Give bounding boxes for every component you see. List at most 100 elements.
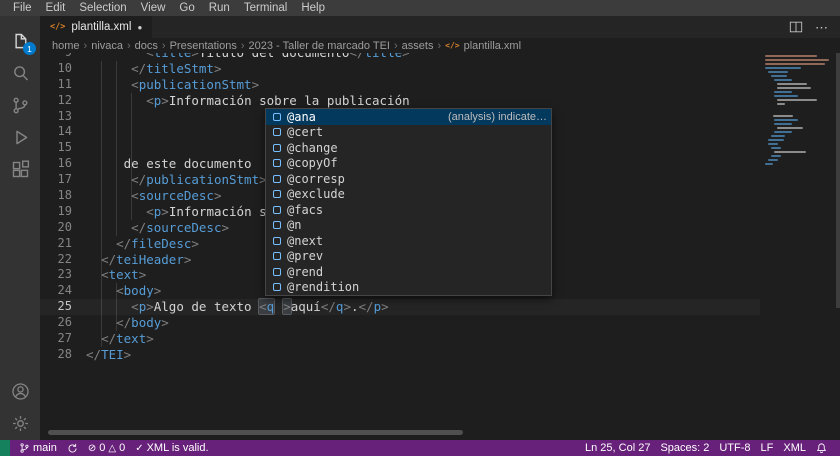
suggestion-detail: (analysis) indicate… — [448, 111, 547, 123]
breadcrumb-item[interactable]: home — [52, 40, 80, 52]
menu-item-file[interactable]: File — [6, 0, 39, 16]
menu-item-help[interactable]: Help — [294, 0, 332, 16]
line-number: 10 — [40, 61, 86, 77]
minimap[interactable] — [765, 55, 835, 167]
notifications-bell[interactable] — [811, 440, 832, 456]
suggestion-item[interactable]: @next — [266, 233, 551, 249]
code-line[interactable]: 9 <title>Título del documento</title> — [40, 53, 760, 61]
attribute-icon — [273, 113, 281, 121]
minimap-line — [774, 91, 792, 93]
suggestion-item[interactable]: @n — [266, 218, 551, 234]
git-branch-status[interactable]: main — [14, 440, 62, 456]
search-icon[interactable] — [0, 58, 40, 88]
xml-valid-status[interactable]: ✓ XML is valid. — [130, 440, 213, 456]
account-icon[interactable] — [0, 376, 40, 406]
suggestion-item[interactable]: @cert — [266, 125, 551, 141]
cursor-position-status[interactable]: Ln 25, Col 27 — [580, 440, 655, 456]
code-line[interactable]: 26 </body> — [40, 315, 760, 331]
menu-item-run[interactable]: Run — [202, 0, 237, 16]
breadcrumb-item[interactable]: Presentations — [170, 40, 237, 52]
suggestion-label: @n — [287, 218, 301, 232]
minimap-line — [771, 135, 785, 137]
horizontal-scrollbar[interactable] — [48, 430, 463, 435]
line-number: 20 — [40, 220, 86, 236]
remote-indicator[interactable] — [0, 440, 10, 456]
line-number: 11 — [40, 77, 86, 93]
source-control-icon[interactable] — [0, 90, 40, 120]
check-icon: ✓ — [135, 443, 143, 454]
minimap-line — [768, 159, 778, 161]
breadcrumb-separator-icon: › — [394, 40, 398, 52]
explorer-icon[interactable]: 1 — [0, 26, 40, 56]
suggestion-item[interactable]: @exclude — [266, 187, 551, 203]
language-mode-status[interactable]: XML — [778, 440, 811, 456]
line-number: 28 — [40, 347, 86, 363]
menu-item-go[interactable]: Go — [172, 0, 201, 16]
extensions-icon[interactable] — [0, 154, 40, 184]
menu-item-edit[interactable]: Edit — [39, 0, 73, 16]
activity-bar: 1 — [0, 16, 40, 440]
code-line[interactable]: 12 <p>Información sobre la publicación — [40, 93, 760, 109]
attribute-icon — [273, 283, 281, 291]
line-number: 26 — [40, 315, 86, 331]
suggestion-item[interactable]: @corresp — [266, 171, 551, 187]
menu-item-terminal[interactable]: Terminal — [237, 0, 294, 16]
vertical-scrollbar[interactable] — [836, 53, 840, 308]
minimap-line — [768, 71, 788, 73]
suggestion-item[interactable]: @ana(analysis) indicate… — [266, 109, 551, 125]
tab-plantilla-xml[interactable]: </> plantilla.xml ● — [40, 16, 152, 38]
menu-item-view[interactable]: View — [134, 0, 173, 16]
breadcrumb-item[interactable]: docs — [135, 40, 158, 52]
editor[interactable]: 9 <title>Título del documento</title>10 … — [40, 53, 840, 440]
xml-file-icon: </> — [445, 41, 459, 50]
breadcrumb-item[interactable]: assets — [402, 40, 434, 52]
minimap-line — [765, 163, 773, 165]
branch-icon — [19, 442, 30, 454]
split-editor-icon[interactable] — [789, 20, 803, 34]
suggestion-label: @facs — [287, 203, 323, 217]
breadcrumb-item[interactable]: nivaca — [91, 40, 123, 52]
encoding-status[interactable]: UTF-8 — [714, 440, 755, 456]
menu-item-selection[interactable]: Selection — [72, 0, 133, 16]
settings-gear-icon[interactable] — [0, 408, 40, 438]
line-number: 9 — [40, 53, 86, 61]
problems-status[interactable]: ⊘ 0 △ 0 — [83, 440, 130, 456]
minimap-line — [777, 99, 817, 101]
suggestion-label: @next — [287, 234, 323, 248]
code-line[interactable]: 28</TEI> — [40, 347, 760, 363]
code-line[interactable]: 27 </text> — [40, 331, 760, 347]
suggestion-label: @rend — [287, 265, 323, 279]
attribute-icon — [273, 221, 281, 229]
minimap-line — [774, 95, 798, 97]
breadcrumb-item[interactable]: 2023 - Taller de marcado TEI — [249, 40, 390, 52]
attribute-icon — [273, 237, 281, 245]
minimap-line — [773, 115, 793, 117]
suggestion-item[interactable]: @facs — [266, 202, 551, 218]
suggestion-item[interactable]: @rend — [266, 264, 551, 280]
code-line[interactable]: 25 <p>Algo de texto <q >aquí</q>.</p> — [40, 299, 760, 315]
suggestion-item[interactable]: @rendition — [266, 280, 551, 296]
breadcrumb-item[interactable]: plantilla.xml — [464, 40, 521, 52]
matching-tag-highlight: <q — [259, 299, 274, 314]
more-actions-icon[interactable]: ⋯ — [815, 21, 828, 34]
modified-dot-icon: ● — [137, 23, 142, 32]
minimap-line — [777, 87, 811, 89]
xml-file-icon: </> — [50, 22, 65, 32]
run-debug-icon[interactable] — [0, 122, 40, 152]
line-number: 16 — [40, 156, 86, 172]
minimap-line — [774, 119, 798, 121]
sync-button[interactable] — [62, 440, 83, 456]
warning-icon: △ — [108, 443, 116, 454]
minimap-line — [777, 83, 807, 85]
line-number: 14 — [40, 124, 86, 140]
code-line[interactable]: 10 </titleStmt> — [40, 61, 760, 77]
code-line[interactable]: 11 <publicationStmt> — [40, 77, 760, 93]
indentation-status[interactable]: Spaces: 2 — [655, 440, 714, 456]
suggestion-item[interactable]: @prev — [266, 249, 551, 265]
suggestion-item[interactable]: @change — [266, 140, 551, 156]
suggestion-item[interactable]: @copyOf — [266, 156, 551, 172]
line-number: 23 — [40, 267, 86, 283]
status-bar: main ⊘ 0 △ 0 ✓ XML is valid. Ln 25, Col … — [0, 440, 840, 456]
eol-status[interactable]: LF — [756, 440, 779, 456]
breadcrumb-separator-icon: › — [437, 40, 441, 52]
